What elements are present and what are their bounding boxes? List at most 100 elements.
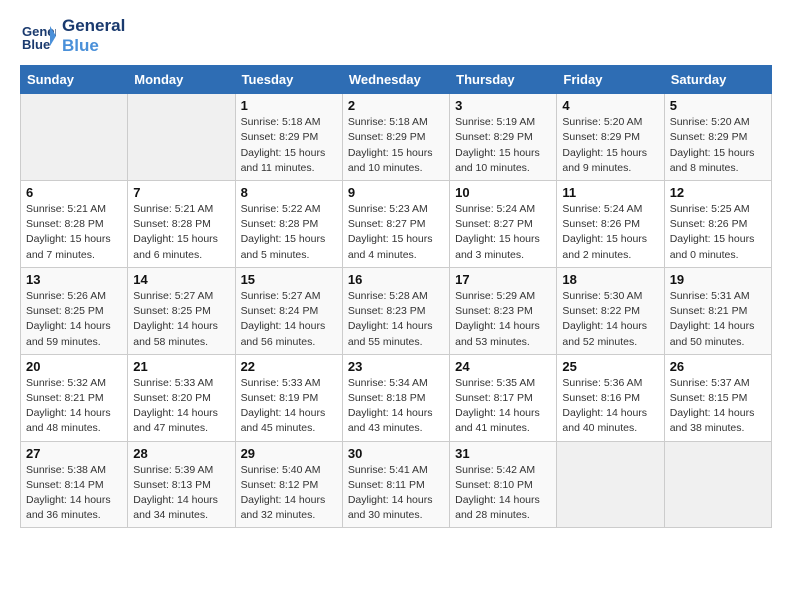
day-number: 12 (670, 185, 766, 200)
day-info: Sunrise: 5:21 AMSunset: 8:28 PMDaylight:… (133, 202, 229, 263)
svg-text:Blue: Blue (22, 37, 50, 52)
logo-text-general: General (62, 16, 125, 36)
calendar-cell: 21 Sunrise: 5:33 AMSunset: 8:20 PMDayligh… (128, 354, 235, 441)
day-number: 15 (241, 272, 337, 287)
calendar-cell: 2Sunrise: 5:18 AMSunset: 8:29 PMDaylight… (342, 94, 449, 181)
calendar-cell (128, 94, 235, 181)
day-number: 17 (455, 272, 551, 287)
day-number: 24 (455, 359, 551, 374)
calendar-cell (21, 94, 128, 181)
calendar-cell: 24 Sunrise: 5:35 AMSunset: 8:17 PMDayligh… (450, 354, 557, 441)
col-header-wednesday: Wednesday (342, 66, 449, 94)
day-number: 21 (133, 359, 229, 374)
calendar-cell: 10Sunrise: 5:24 AMSunset: 8:27 PMDayligh… (450, 180, 557, 267)
calendar-cell: 29 Sunrise: 5:40 AMSunset: 8:12 PMDayligh… (235, 441, 342, 528)
calendar-cell: 4 Sunrise: 5:20 AMSunset: 8:29 PMDaylight… (557, 94, 664, 181)
calendar-cell: 18 Sunrise: 5:30 AMSunset: 8:22 PMDayligh… (557, 267, 664, 354)
day-info: Sunrise: 5:24 AMSunset: 8:26 PMDaylight:… (562, 202, 658, 263)
day-info: Sunrise: 5:18 AMSunset: 8:29 PMDaylight:… (241, 115, 337, 176)
col-header-friday: Friday (557, 66, 664, 94)
calendar-cell: 9 Sunrise: 5:23 AMSunset: 8:27 PMDaylight… (342, 180, 449, 267)
day-number: 2 (348, 98, 444, 113)
calendar-cell: 14Sunrise: 5:27 AMSunset: 8:25 PMDayligh… (128, 267, 235, 354)
day-info: Sunrise: 5:26 AMSunset: 8:25 PMDaylight:… (26, 289, 122, 350)
calendar-cell: 1 Sunrise: 5:18 AMSunset: 8:29 PMDaylight… (235, 94, 342, 181)
calendar-cell: 26 Sunrise: 5:37 AMSunset: 8:15 PMDayligh… (664, 354, 771, 441)
day-info: Sunrise: 5:31 AMSunset: 8:21 PMDaylight:… (670, 289, 766, 350)
day-number: 26 (670, 359, 766, 374)
day-number: 13 (26, 272, 122, 287)
day-number: 5 (670, 98, 766, 113)
day-info: Sunrise: 5:27 AMSunset: 8:24 PMDaylight:… (241, 289, 337, 350)
day-info: Sunrise: 5:39 AMSunset: 8:13 PMDaylight:… (133, 463, 229, 524)
col-header-monday: Monday (128, 66, 235, 94)
calendar-cell: 16 Sunrise: 5:28 AMSunset: 8:23 PMDayligh… (342, 267, 449, 354)
calendar-cell: 28 Sunrise: 5:39 AMSunset: 8:13 PMDayligh… (128, 441, 235, 528)
day-number: 23 (348, 359, 444, 374)
calendar-cell: 22 Sunrise: 5:33 AMSunset: 8:19 PMDayligh… (235, 354, 342, 441)
calendar-cell: 13 Sunrise: 5:26 AMSunset: 8:25 PMDayligh… (21, 267, 128, 354)
day-number: 11 (562, 185, 658, 200)
day-number: 29 (241, 446, 337, 461)
day-info: Sunrise: 5:20 AMSunset: 8:29 PMDaylight:… (562, 115, 658, 176)
col-header-sunday: Sunday (21, 66, 128, 94)
calendar-cell: 30Sunrise: 5:41 AMSunset: 8:11 PMDayligh… (342, 441, 449, 528)
day-number: 30 (348, 446, 444, 461)
calendar-cell: 7 Sunrise: 5:21 AMSunset: 8:28 PMDaylight… (128, 180, 235, 267)
day-info: Sunrise: 5:36 AMSunset: 8:16 PMDaylight:… (562, 376, 658, 437)
day-number: 4 (562, 98, 658, 113)
calendar-cell: 31Sunrise: 5:42 AMSunset: 8:10 PMDayligh… (450, 441, 557, 528)
day-info: Sunrise: 5:20 AMSunset: 8:29 PMDaylight:… (670, 115, 766, 176)
day-info: Sunrise: 5:37 AMSunset: 8:15 PMDaylight:… (670, 376, 766, 437)
calendar-cell: 11 Sunrise: 5:24 AMSunset: 8:26 PMDayligh… (557, 180, 664, 267)
day-info: Sunrise: 5:34 AMSunset: 8:18 PMDaylight:… (348, 376, 444, 437)
logo-text-blue: Blue (62, 36, 125, 56)
calendar-cell: 17 Sunrise: 5:29 AMSunset: 8:23 PMDayligh… (450, 267, 557, 354)
logo: General Blue General Blue (20, 16, 125, 55)
col-header-tuesday: Tuesday (235, 66, 342, 94)
day-number: 7 (133, 185, 229, 200)
logo-icon: General Blue (20, 18, 56, 54)
day-number: 1 (241, 98, 337, 113)
calendar-cell: 3Sunrise: 5:19 AMSunset: 8:29 PMDaylight… (450, 94, 557, 181)
day-info: Sunrise: 5:25 AMSunset: 8:26 PMDaylight:… (670, 202, 766, 263)
day-info: Sunrise: 5:30 AMSunset: 8:22 PMDaylight:… (562, 289, 658, 350)
day-info: Sunrise: 5:19 AMSunset: 8:29 PMDaylight:… (455, 115, 551, 176)
calendar-table: SundayMondayTuesdayWednesdayThursdayFrid… (20, 65, 772, 528)
day-info: Sunrise: 5:40 AMSunset: 8:12 PMDaylight:… (241, 463, 337, 524)
day-number: 27 (26, 446, 122, 461)
calendar-cell: 27 Sunrise: 5:38 AMSunset: 8:14 PMDayligh… (21, 441, 128, 528)
day-info: Sunrise: 5:38 AMSunset: 8:14 PMDaylight:… (26, 463, 122, 524)
day-number: 16 (348, 272, 444, 287)
calendar-cell (557, 441, 664, 528)
day-number: 8 (241, 185, 337, 200)
calendar-cell: 20Sunrise: 5:32 AMSunset: 8:21 PMDayligh… (21, 354, 128, 441)
day-number: 9 (348, 185, 444, 200)
day-info: Sunrise: 5:29 AMSunset: 8:23 PMDaylight:… (455, 289, 551, 350)
day-info: Sunrise: 5:23 AMSunset: 8:27 PMDaylight:… (348, 202, 444, 263)
day-number: 6 (26, 185, 122, 200)
day-info: Sunrise: 5:35 AMSunset: 8:17 PMDaylight:… (455, 376, 551, 437)
calendar-cell: 19 Sunrise: 5:31 AMSunset: 8:21 PMDayligh… (664, 267, 771, 354)
calendar-cell: 5 Sunrise: 5:20 AMSunset: 8:29 PMDaylight… (664, 94, 771, 181)
day-info: Sunrise: 5:28 AMSunset: 8:23 PMDaylight:… (348, 289, 444, 350)
day-number: 10 (455, 185, 551, 200)
calendar-cell: 25 Sunrise: 5:36 AMSunset: 8:16 PMDayligh… (557, 354, 664, 441)
day-info: Sunrise: 5:32 AMSunset: 8:21 PMDaylight:… (26, 376, 122, 437)
day-number: 25 (562, 359, 658, 374)
day-info: Sunrise: 5:27 AMSunset: 8:25 PMDaylight:… (133, 289, 229, 350)
day-number: 19 (670, 272, 766, 287)
day-info: Sunrise: 5:21 AMSunset: 8:28 PMDaylight:… (26, 202, 122, 263)
calendar-cell (664, 441, 771, 528)
calendar-cell: 6 Sunrise: 5:21 AMSunset: 8:28 PMDaylight… (21, 180, 128, 267)
day-number: 22 (241, 359, 337, 374)
calendar-cell: 23 Sunrise: 5:34 AMSunset: 8:18 PMDayligh… (342, 354, 449, 441)
day-info: Sunrise: 5:33 AMSunset: 8:20 PMDaylight:… (133, 376, 229, 437)
day-number: 18 (562, 272, 658, 287)
col-header-thursday: Thursday (450, 66, 557, 94)
calendar-cell: 12 Sunrise: 5:25 AMSunset: 8:26 PMDayligh… (664, 180, 771, 267)
page-header: General Blue General Blue (20, 16, 772, 55)
calendar-cell: 8Sunrise: 5:22 AMSunset: 8:28 PMDaylight… (235, 180, 342, 267)
day-number: 28 (133, 446, 229, 461)
day-info: Sunrise: 5:33 AMSunset: 8:19 PMDaylight:… (241, 376, 337, 437)
